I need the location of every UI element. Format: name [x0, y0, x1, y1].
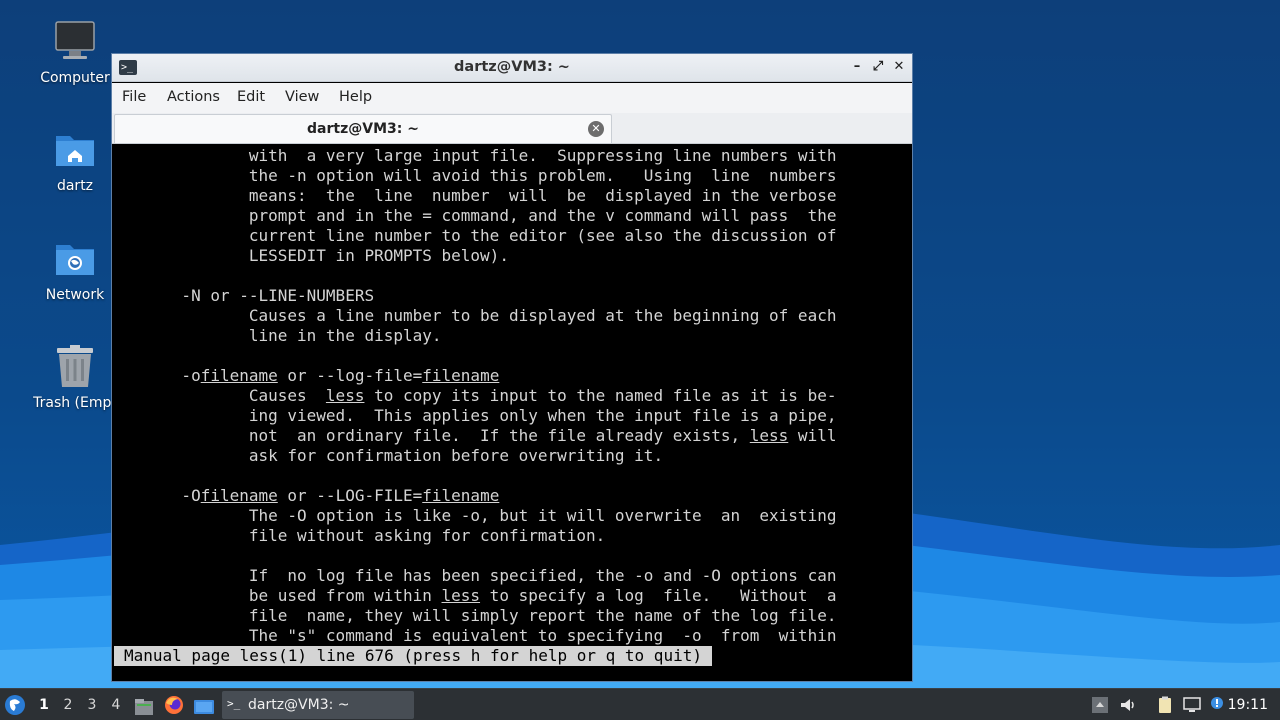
terminal-line: with a very large input file. Suppressin… — [114, 146, 837, 165]
desktop-icon-label: Computer — [40, 70, 110, 86]
file-manager-launcher[interactable] — [134, 696, 154, 715]
menu-help[interactable]: Help — [339, 83, 372, 105]
clipboard-icon[interactable] — [1156, 696, 1174, 714]
trash-icon — [53, 345, 97, 389]
workspace-4[interactable]: 4 — [105, 689, 127, 720]
terminal-line: file name, they will simply report the n… — [114, 606, 837, 625]
window-titlebar[interactable]: >_ dartz@VM3: ~ – ⤢ ✕ — [112, 54, 912, 82]
terminal-line: The "s" command is equivalent to specify… — [114, 626, 837, 645]
menubar: File Actions Edit View Help — [112, 83, 912, 113]
taskbar-task-terminal[interactable]: >_ dartz@VM3: ~ — [222, 691, 414, 719]
desktop-icon-dartz[interactable]: dartz — [25, 128, 125, 194]
workspace-1[interactable]: 1 — [33, 689, 55, 720]
app-menu-icon — [5, 695, 25, 715]
terminal-line: prompt and in the = command, and the v c… — [114, 206, 837, 225]
desktop-icon-label: dartz — [56, 178, 94, 194]
desktop-launcher[interactable] — [193, 696, 215, 714]
menu-view[interactable]: View — [285, 83, 319, 105]
pager-status-line: Manual page less(1) line 676 (press h fo… — [114, 646, 712, 666]
terminal-line: LESSEDIT in PROMPTS below). — [114, 246, 509, 265]
terminal-output[interactable]: with a very large input file. Suppressin… — [114, 146, 912, 680]
maximize-button[interactable]: ⤢ — [870, 59, 886, 75]
show-desktop-icon — [194, 700, 214, 714]
file-manager-icon — [135, 699, 153, 715]
desktop-icon-label: Network — [45, 287, 105, 303]
desktop-icon-trash[interactable]: Trash (Empt — [25, 345, 125, 411]
terminal-line: -Ofilename or --LOG-FILE=filename — [114, 486, 500, 505]
terminal-line: means: the line number will be displayed… — [114, 186, 837, 205]
terminal-line: line in the display. — [114, 326, 442, 345]
terminal-line: -ofilename or --log-file=filename — [114, 366, 500, 385]
terminal-window[interactable]: >_ dartz@VM3: ~ – ⤢ ✕ File Actions Edit … — [111, 53, 913, 682]
taskbar: 1 2 3 4 >_ dartz@VM3: ~ 19:11 — [0, 688, 1280, 720]
tab-terminal[interactable]: dartz@VM3: ~ ✕ — [114, 114, 612, 143]
terminal-line: ask for confirmation before overwriting … — [114, 446, 664, 465]
menu-actions[interactable]: Actions — [167, 83, 220, 105]
terminal-line: not an ordinary file. If the file alread… — [114, 426, 837, 445]
desktop-icon-computer[interactable]: Computer — [25, 20, 125, 86]
workspace-3[interactable]: 3 — [81, 689, 103, 720]
firefox-launcher[interactable] — [164, 695, 184, 715]
terminal-line: current line number to the editor (see a… — [114, 226, 837, 245]
terminal-line: ing viewed. This applies only when the i… — [114, 406, 837, 425]
terminal-line: -N or --LINE-NUMBERS — [114, 286, 375, 305]
terminal-line: Causes a line number to be displayed at … — [114, 306, 837, 325]
desktop-icon-network[interactable]: Network — [25, 237, 125, 303]
terminal-line: The -O option is like -o, but it will ov… — [114, 506, 837, 525]
tray-up-arrow-icon[interactable] — [1091, 696, 1109, 714]
terminal-line: If no log file has been specified, the -… — [114, 566, 837, 585]
clock[interactable]: 19:11 — [1228, 689, 1268, 720]
close-button[interactable]: ✕ — [891, 59, 907, 75]
monitor-icon — [53, 20, 97, 64]
minimize-button[interactable]: – — [849, 59, 865, 75]
desktop-icon-label: Trash (Empt — [33, 395, 117, 411]
notification-icon[interactable] — [1210, 696, 1224, 714]
window-title: dartz@VM3: ~ — [454, 59, 570, 75]
firefox-icon — [165, 696, 183, 714]
menu-file[interactable]: File — [122, 83, 146, 105]
terminal-line: the -n option will avoid this problem. U… — [114, 166, 837, 185]
task-label: dartz@VM3: ~ — [248, 697, 350, 713]
terminal-line: Causes less to copy its input to the nam… — [114, 386, 837, 405]
terminal-icon: >_ — [227, 697, 241, 710]
network-tray-icon[interactable] — [1183, 696, 1201, 714]
network-folder-icon — [53, 237, 97, 281]
start-menu-button[interactable] — [4, 694, 26, 716]
home-folder-icon — [53, 128, 97, 172]
menu-edit[interactable]: Edit — [237, 83, 265, 105]
tab-close-icon[interactable]: ✕ — [588, 121, 604, 137]
terminal-line: be used from within less to specify a lo… — [114, 586, 837, 605]
workspace-2[interactable]: 2 — [57, 689, 79, 720]
tab-bar: dartz@VM3: ~ ✕ — [112, 113, 912, 144]
tab-label: dartz@VM3: ~ — [307, 121, 419, 137]
terminal-line: file without asking for confirmation. — [114, 526, 606, 545]
volume-icon[interactable] — [1119, 696, 1137, 714]
